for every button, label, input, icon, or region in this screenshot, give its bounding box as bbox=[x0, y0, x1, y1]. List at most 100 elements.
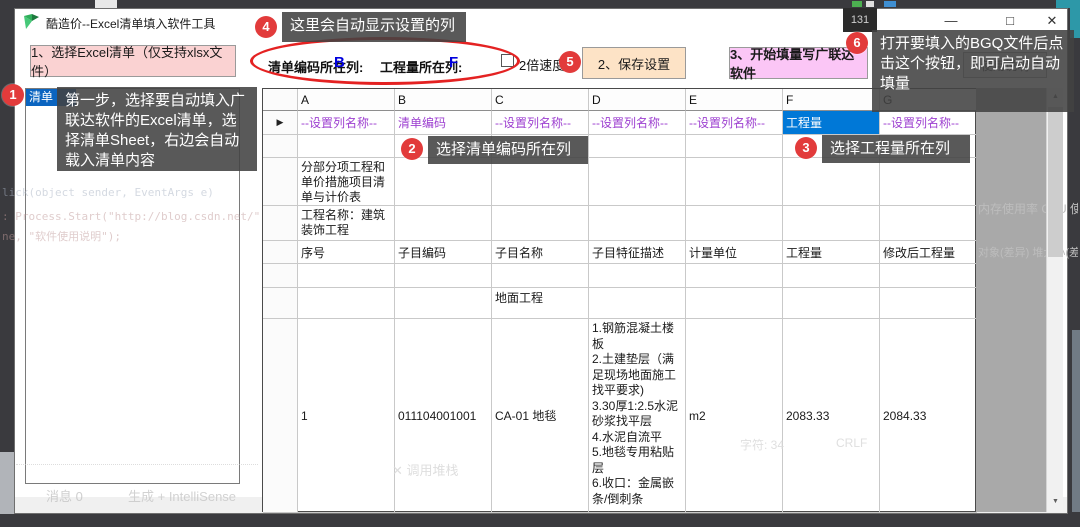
callout-columns-display-number: 4 bbox=[255, 16, 277, 38]
cell-empty[interactable] bbox=[783, 158, 880, 206]
background-overlay-number: 131 bbox=[843, 8, 877, 32]
bleed-dotted-line bbox=[16, 464, 258, 465]
cell-empty[interactable] bbox=[783, 264, 880, 288]
save-settings-button[interactable]: 2、保存设置 bbox=[582, 47, 686, 79]
cell-empty[interactable] bbox=[880, 288, 977, 319]
cell-r8-a[interactable]: 1 bbox=[298, 319, 395, 513]
cell-empty[interactable] bbox=[686, 264, 783, 288]
cell-empty[interactable] bbox=[686, 206, 783, 241]
cell-r5-d[interactable]: 子目特征描述 bbox=[589, 241, 686, 264]
cell-r5-b[interactable]: 子目编码 bbox=[395, 241, 492, 264]
cell-empty[interactable] bbox=[880, 264, 977, 288]
cell-r1-d[interactable]: --设置列名称-- bbox=[589, 111, 686, 135]
cell-empty[interactable] bbox=[395, 288, 492, 319]
select-excel-button[interactable]: 1、选择Excel清单（仅支持xlsx文件） bbox=[30, 45, 236, 77]
cell-r1-g[interactable]: --设置列名称-- bbox=[880, 111, 977, 135]
cell-r3-a[interactable]: 分部分项工程和单价措施项目清单与计价表 bbox=[298, 158, 395, 206]
cell-empty[interactable] bbox=[589, 264, 686, 288]
callout-columns-display: 这里会自动显示设置的列 bbox=[282, 12, 466, 42]
cell-empty[interactable] bbox=[395, 206, 492, 241]
cell-empty[interactable] bbox=[589, 288, 686, 319]
cell-r1-a[interactable]: --设置列名称-- bbox=[298, 111, 395, 135]
cell-empty[interactable] bbox=[589, 206, 686, 241]
cell-empty[interactable] bbox=[298, 264, 395, 288]
cell-empty[interactable] bbox=[298, 135, 395, 158]
callout-step2-number: 2 bbox=[401, 138, 423, 160]
row-header-current[interactable]: ▶ bbox=[263, 111, 298, 135]
row-header[interactable] bbox=[263, 158, 298, 206]
column-header-c[interactable]: C bbox=[492, 89, 589, 111]
code-column-label: 清单编码所在列: bbox=[268, 57, 363, 76]
cell-r8-c[interactable]: CA-01 地毯 bbox=[492, 319, 589, 513]
bleed-vs-memory: 内存使用率 CPU 使 bbox=[978, 200, 1078, 217]
cell-empty[interactable] bbox=[589, 135, 686, 158]
grid-vertical-scrollbar[interactable]: ▲ ▼ bbox=[1046, 88, 1063, 512]
cell-r5-f[interactable]: 工程量 bbox=[783, 241, 880, 264]
cell-empty[interactable] bbox=[492, 158, 589, 206]
cell-empty[interactable] bbox=[686, 288, 783, 319]
cell-r1-f-selected[interactable]: 工程量 bbox=[783, 111, 880, 135]
cell-r8-b[interactable]: 011104001001 bbox=[395, 319, 492, 513]
cell-r5-g[interactable]: 修改后工程量 bbox=[880, 241, 977, 264]
cell-empty[interactable] bbox=[880, 206, 977, 241]
background-fragment bbox=[0, 452, 15, 514]
grid-corner-cell[interactable] bbox=[263, 89, 298, 111]
cell-empty[interactable] bbox=[395, 158, 492, 206]
column-header-d[interactable]: D bbox=[589, 89, 686, 111]
cell-r1-b[interactable]: 清单编码 bbox=[395, 111, 492, 135]
cell-empty[interactable] bbox=[880, 158, 977, 206]
cell-r4-a[interactable]: 工程名称：建筑装饰工程 bbox=[298, 206, 395, 241]
column-header-a[interactable]: A bbox=[298, 89, 395, 111]
maximize-button[interactable]: □ bbox=[995, 10, 1025, 32]
cell-empty[interactable] bbox=[686, 158, 783, 206]
callout-start-fill: 打开要填入的BGQ文件后点击这个按钮，即可启动自动填量 bbox=[872, 30, 1074, 112]
cell-empty[interactable] bbox=[492, 264, 589, 288]
column-header-f[interactable]: F bbox=[783, 89, 880, 111]
column-header-e[interactable]: E bbox=[686, 89, 783, 111]
window-title: 酷造价--Excel清单填入软件工具 bbox=[46, 15, 215, 32]
cell-r5-a[interactable]: 序号 bbox=[298, 241, 395, 264]
cell-r8-d[interactable]: 1.钢筋混凝土楼板 2.土建垫层（满足现场地面施工找平要求) 3.30厚1:2.… bbox=[589, 319, 686, 513]
background-fragment bbox=[1072, 330, 1080, 512]
background-fragment bbox=[1056, 0, 1080, 8]
cell-r8-g[interactable]: 2084.33 bbox=[880, 319, 977, 513]
close-button[interactable]: ✕ bbox=[1037, 10, 1067, 32]
minimize-button[interactable]: — bbox=[936, 10, 966, 32]
cell-r1-c[interactable]: --设置列名称-- bbox=[492, 111, 589, 135]
cell-r8-f[interactable]: 2083.33 bbox=[783, 319, 880, 513]
double-speed-checkbox[interactable] bbox=[501, 54, 514, 67]
row-header[interactable] bbox=[263, 241, 298, 264]
background-fragment bbox=[884, 1, 896, 7]
row-header[interactable] bbox=[263, 206, 298, 241]
background-fragment bbox=[852, 1, 862, 7]
callout-step2: 选择清单编码所在列 bbox=[428, 136, 588, 164]
cell-empty[interactable] bbox=[492, 206, 589, 241]
callout-start-fill-number: 6 bbox=[846, 32, 868, 54]
row-header[interactable] bbox=[263, 264, 298, 288]
background-fragment bbox=[866, 1, 874, 7]
cell-r1-e[interactable]: --设置列名称-- bbox=[686, 111, 783, 135]
cell-empty[interactable] bbox=[395, 264, 492, 288]
cell-r8-e[interactable]: m2 bbox=[686, 319, 783, 513]
scrollbar-thumb[interactable] bbox=[1048, 107, 1063, 257]
cell-empty[interactable] bbox=[783, 206, 880, 241]
row-header[interactable] bbox=[263, 135, 298, 158]
row-header[interactable] bbox=[263, 319, 298, 513]
cell-empty[interactable] bbox=[589, 158, 686, 206]
cell-r5-e[interactable]: 计量单位 bbox=[686, 241, 783, 264]
column-header-b[interactable]: B bbox=[395, 89, 492, 111]
start-fill-button[interactable]: 3、开始填量写广联达软件 bbox=[729, 47, 868, 79]
code-column-value[interactable]: B bbox=[334, 54, 345, 71]
cell-empty[interactable] bbox=[298, 288, 395, 319]
background-fragment bbox=[95, 0, 117, 8]
cell-r5-c[interactable]: 子目名称 bbox=[492, 241, 589, 264]
qty-column-value[interactable]: F bbox=[449, 54, 458, 71]
cell-r7-c[interactable]: 地面工程 bbox=[492, 288, 589, 319]
cell-empty[interactable] bbox=[783, 288, 880, 319]
row-header[interactable] bbox=[263, 288, 298, 319]
cell-empty[interactable] bbox=[686, 135, 783, 158]
grid-background-filler bbox=[976, 88, 1046, 512]
callout-step1-number: 1 bbox=[2, 84, 24, 106]
current-row-arrow-icon: ▶ bbox=[277, 117, 284, 128]
scroll-down-icon[interactable]: ▼ bbox=[1047, 493, 1064, 510]
